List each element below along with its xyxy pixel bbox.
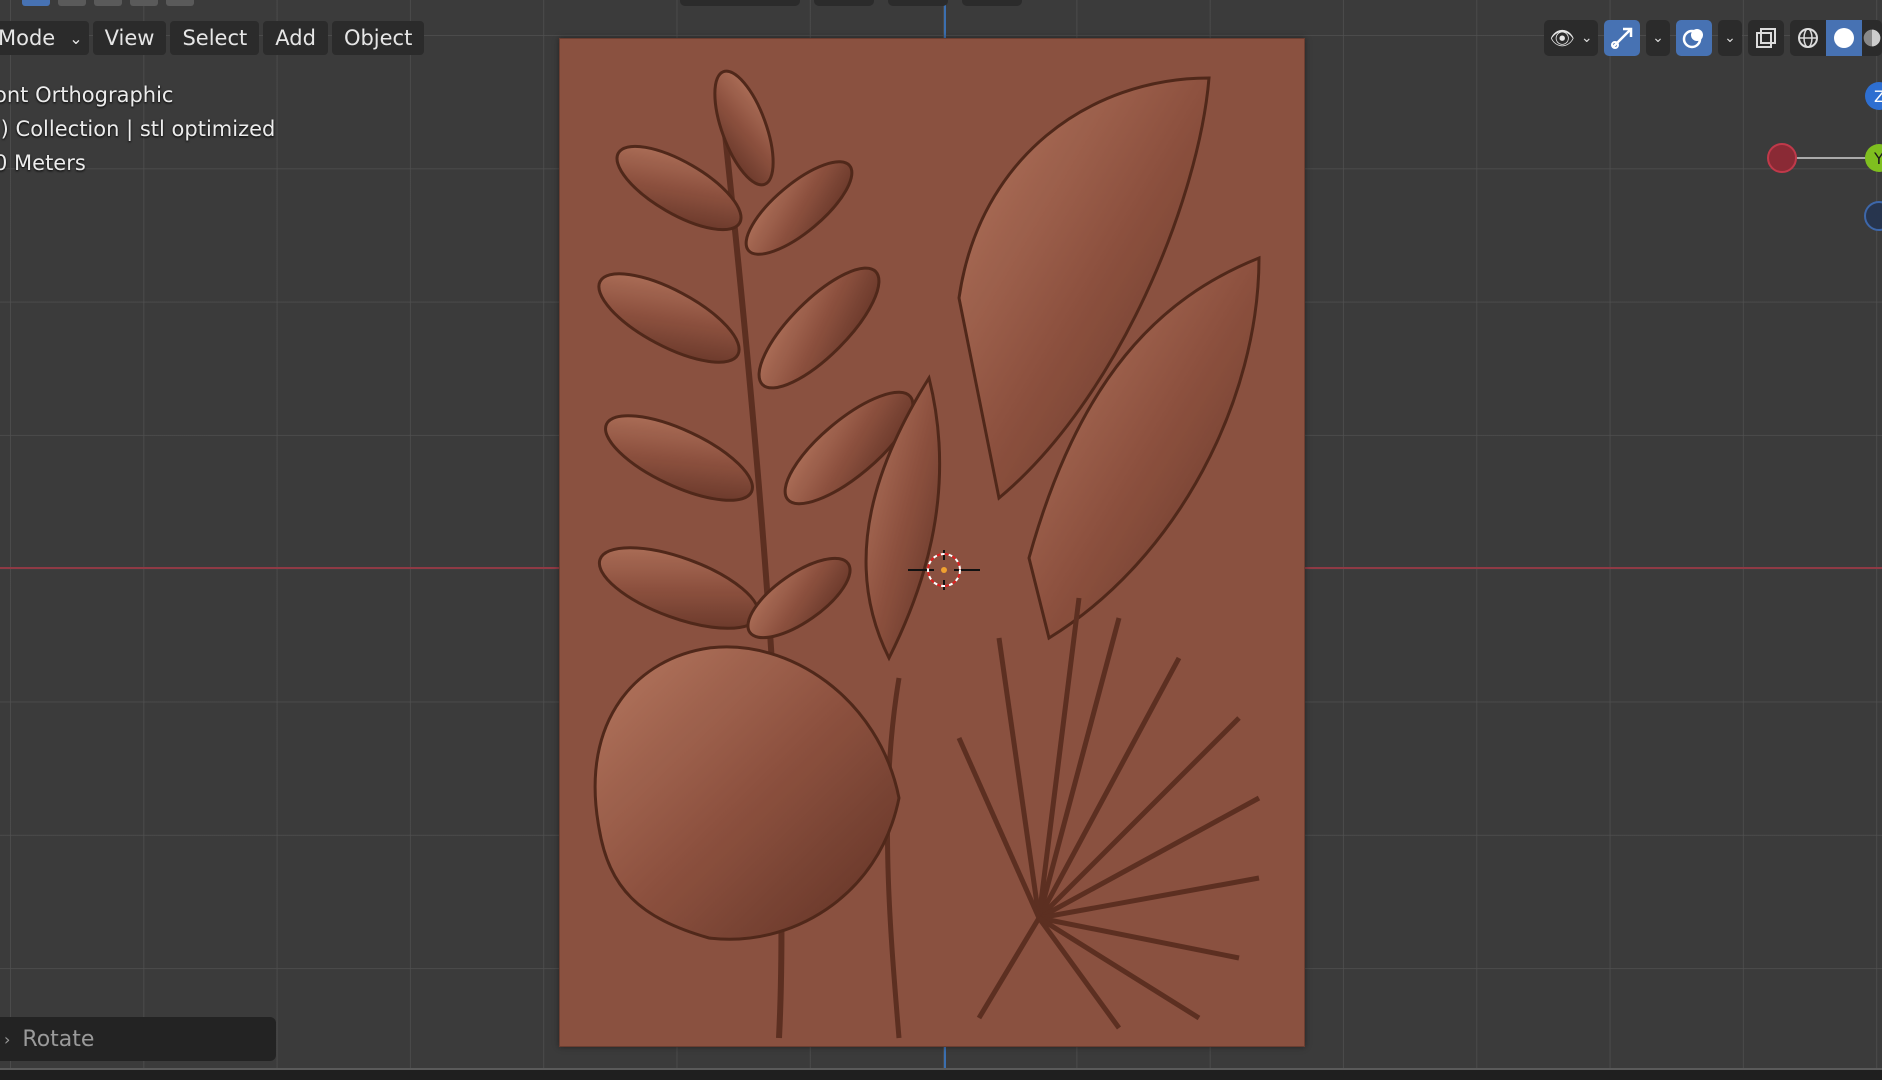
last-operator-panel[interactable]: › Rotate [0, 1017, 276, 1061]
shading-mode-group [1790, 20, 1882, 56]
select-menu[interactable]: Select [170, 21, 260, 55]
overlay-dropdown[interactable]: ⌄ [1718, 20, 1742, 56]
transform-orientation-dropdown[interactable] [680, 0, 800, 6]
3d-cursor-icon[interactable] [908, 550, 980, 590]
chevron-down-icon: ⌄ [69, 28, 83, 48]
navigation-gizmo[interactable]: Y Z [1762, 78, 1882, 238]
select-tool-buttons[interactable] [22, 0, 194, 6]
relief-panel-model[interactable] [559, 38, 1305, 1047]
z-axis-label: Z [1874, 87, 1882, 106]
y-axis-label: Y [1873, 149, 1882, 168]
gizmo-icon [1611, 27, 1633, 49]
z-negative-axis-handle [1864, 201, 1882, 231]
select-invert-tool[interactable] [130, 0, 158, 6]
viewport-header: Mode ⌄ View Select Add Object [0, 18, 428, 58]
chevron-down-icon: ⌄ [1652, 30, 1664, 46]
select-extend-tool[interactable] [58, 0, 86, 6]
xray-icon [1756, 28, 1776, 48]
select-subtract-tool[interactable] [94, 0, 122, 6]
operator-label: Rotate [22, 1026, 95, 1052]
add-menu[interactable]: Add [263, 21, 328, 55]
snap-dropdown[interactable] [888, 0, 948, 6]
solid-icon [1834, 28, 1854, 48]
xray-toggle[interactable] [1748, 20, 1784, 56]
status-bar [0, 1068, 1882, 1080]
leaf-relief-drawing [593, 69, 1261, 1039]
overlay-icon [1682, 29, 1703, 49]
collection-info: .) Collection | stl optimized [0, 117, 276, 141]
view-name: ont Orthographic [0, 83, 174, 107]
wireframe-icon [1798, 28, 1818, 48]
viewport-header-right: 👁 ⌄ ⌄ ⌄ [1544, 18, 1882, 58]
wireframe-shading-button[interactable] [1790, 20, 1826, 56]
3d-viewport[interactable]: Mode ⌄ View Select Add Object ont Orthog… [0, 0, 1882, 1068]
viewport-text-info: ont Orthographic .) Collection | stl opt… [0, 78, 275, 180]
gizmo-toggle[interactable] [1604, 20, 1640, 56]
pivot-point-dropdown[interactable] [814, 0, 874, 6]
mode-dropdown[interactable]: Mode ⌄ [0, 21, 89, 55]
select-box-tool[interactable] [22, 0, 50, 6]
gizmo-dropdown[interactable]: ⌄ [1646, 20, 1670, 56]
mode-label: Mode [0, 26, 56, 50]
material-shading-button[interactable] [1862, 20, 1882, 56]
proportional-edit-dropdown[interactable] [962, 0, 1022, 6]
eye-icon: 👁 [1549, 26, 1575, 50]
chevron-down-icon: ⌄ [1580, 30, 1593, 46]
x-negative-axis-handle [1767, 143, 1797, 173]
chevron-down-icon: ⌄ [1724, 30, 1736, 46]
units-info: 0 Meters [0, 151, 86, 175]
overlay-toggle[interactable] [1676, 20, 1712, 56]
chevron-right-icon: › [4, 1029, 11, 1049]
visibility-dropdown[interactable]: 👁 ⌄ [1544, 20, 1598, 56]
select-intersect-tool[interactable] [166, 0, 194, 6]
solid-shading-button[interactable] [1826, 20, 1862, 56]
view-menu[interactable]: View [92, 21, 167, 55]
material-icon [1863, 29, 1881, 47]
object-menu[interactable]: Object [331, 21, 425, 55]
transform-controls[interactable] [680, 0, 1022, 6]
